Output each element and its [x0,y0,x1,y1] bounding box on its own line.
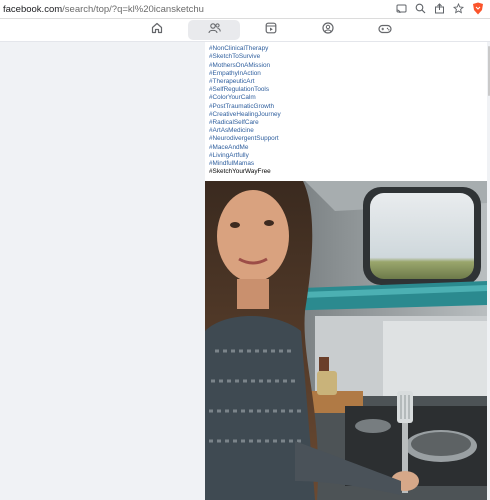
zoom-icon[interactable] [414,2,427,15]
bookmark-star-icon[interactable] [452,2,465,15]
post-card: #NonClinicalTherapy #SketchToSurvive #Mo… [205,42,487,500]
browser-url-bar[interactable]: facebook.com/search/top/?q=kl%20icansket… [0,0,490,19]
hashtag-link[interactable]: #NonClinicalTherapy [209,45,281,53]
nav-tab-video[interactable] [245,20,297,40]
share-icon[interactable] [433,2,446,15]
nav-tab-home[interactable] [131,20,183,40]
url-path: /search/top/?q=kl%20icansketchu [62,3,204,15]
hashtag-link[interactable]: #LivingArtfully [209,152,281,160]
cast-icon[interactable] [395,2,408,15]
hashtag-link[interactable]: #PostTraumaticGrowth [209,103,281,111]
friends-icon [207,21,221,39]
hashtag-link[interactable]: #MindfulMamas [209,160,281,168]
video-icon [265,21,277,39]
address-field[interactable]: facebook.com/search/top/?q=kl%20icansket… [0,4,204,15]
hashtag-link[interactable]: #MaceAndMe [209,144,281,152]
hashtag-link[interactable]: #RadicalSelfCare [209,119,281,127]
top-navigation [0,19,490,42]
nav-tab-groups[interactable] [302,20,354,40]
browser-actions [395,2,484,15]
hashtag-final[interactable]: #SketchYourWayFree [209,168,281,176]
brave-shield-icon[interactable] [471,2,484,15]
hashtag-link[interactable]: #CreativeHealingJourney [209,111,281,119]
nav-tab-gaming[interactable] [359,20,411,40]
gaming-icon [378,21,392,39]
hashtag-link[interactable]: #ArtAsMedicine [209,127,281,135]
home-icon [151,21,163,39]
hashtag-link[interactable]: #SelfRegulationTools [209,86,281,94]
left-sidebar [0,42,205,500]
hashtag-link[interactable]: #NeurodivergentSupport [209,135,281,143]
nav-tab-friends[interactable] [188,20,240,40]
hashtag-link[interactable]: #MothersOnAMission [209,62,281,70]
hashtag-link[interactable]: #SketchToSurvive [209,53,281,61]
hashtag-link[interactable]: #EmpathyInAction [209,70,281,78]
hashtag-link[interactable]: #TherapeuticArt [209,78,281,86]
url-host: facebook.com [3,3,63,15]
hashtag-link[interactable]: #ColorYourCalm [209,94,281,102]
post-hashtags: #NonClinicalTherapy #SketchToSurvive #Mo… [209,42,281,176]
post-photo[interactable] [205,181,487,500]
groups-icon [322,21,334,39]
selfie-photo-illustration [205,181,487,500]
